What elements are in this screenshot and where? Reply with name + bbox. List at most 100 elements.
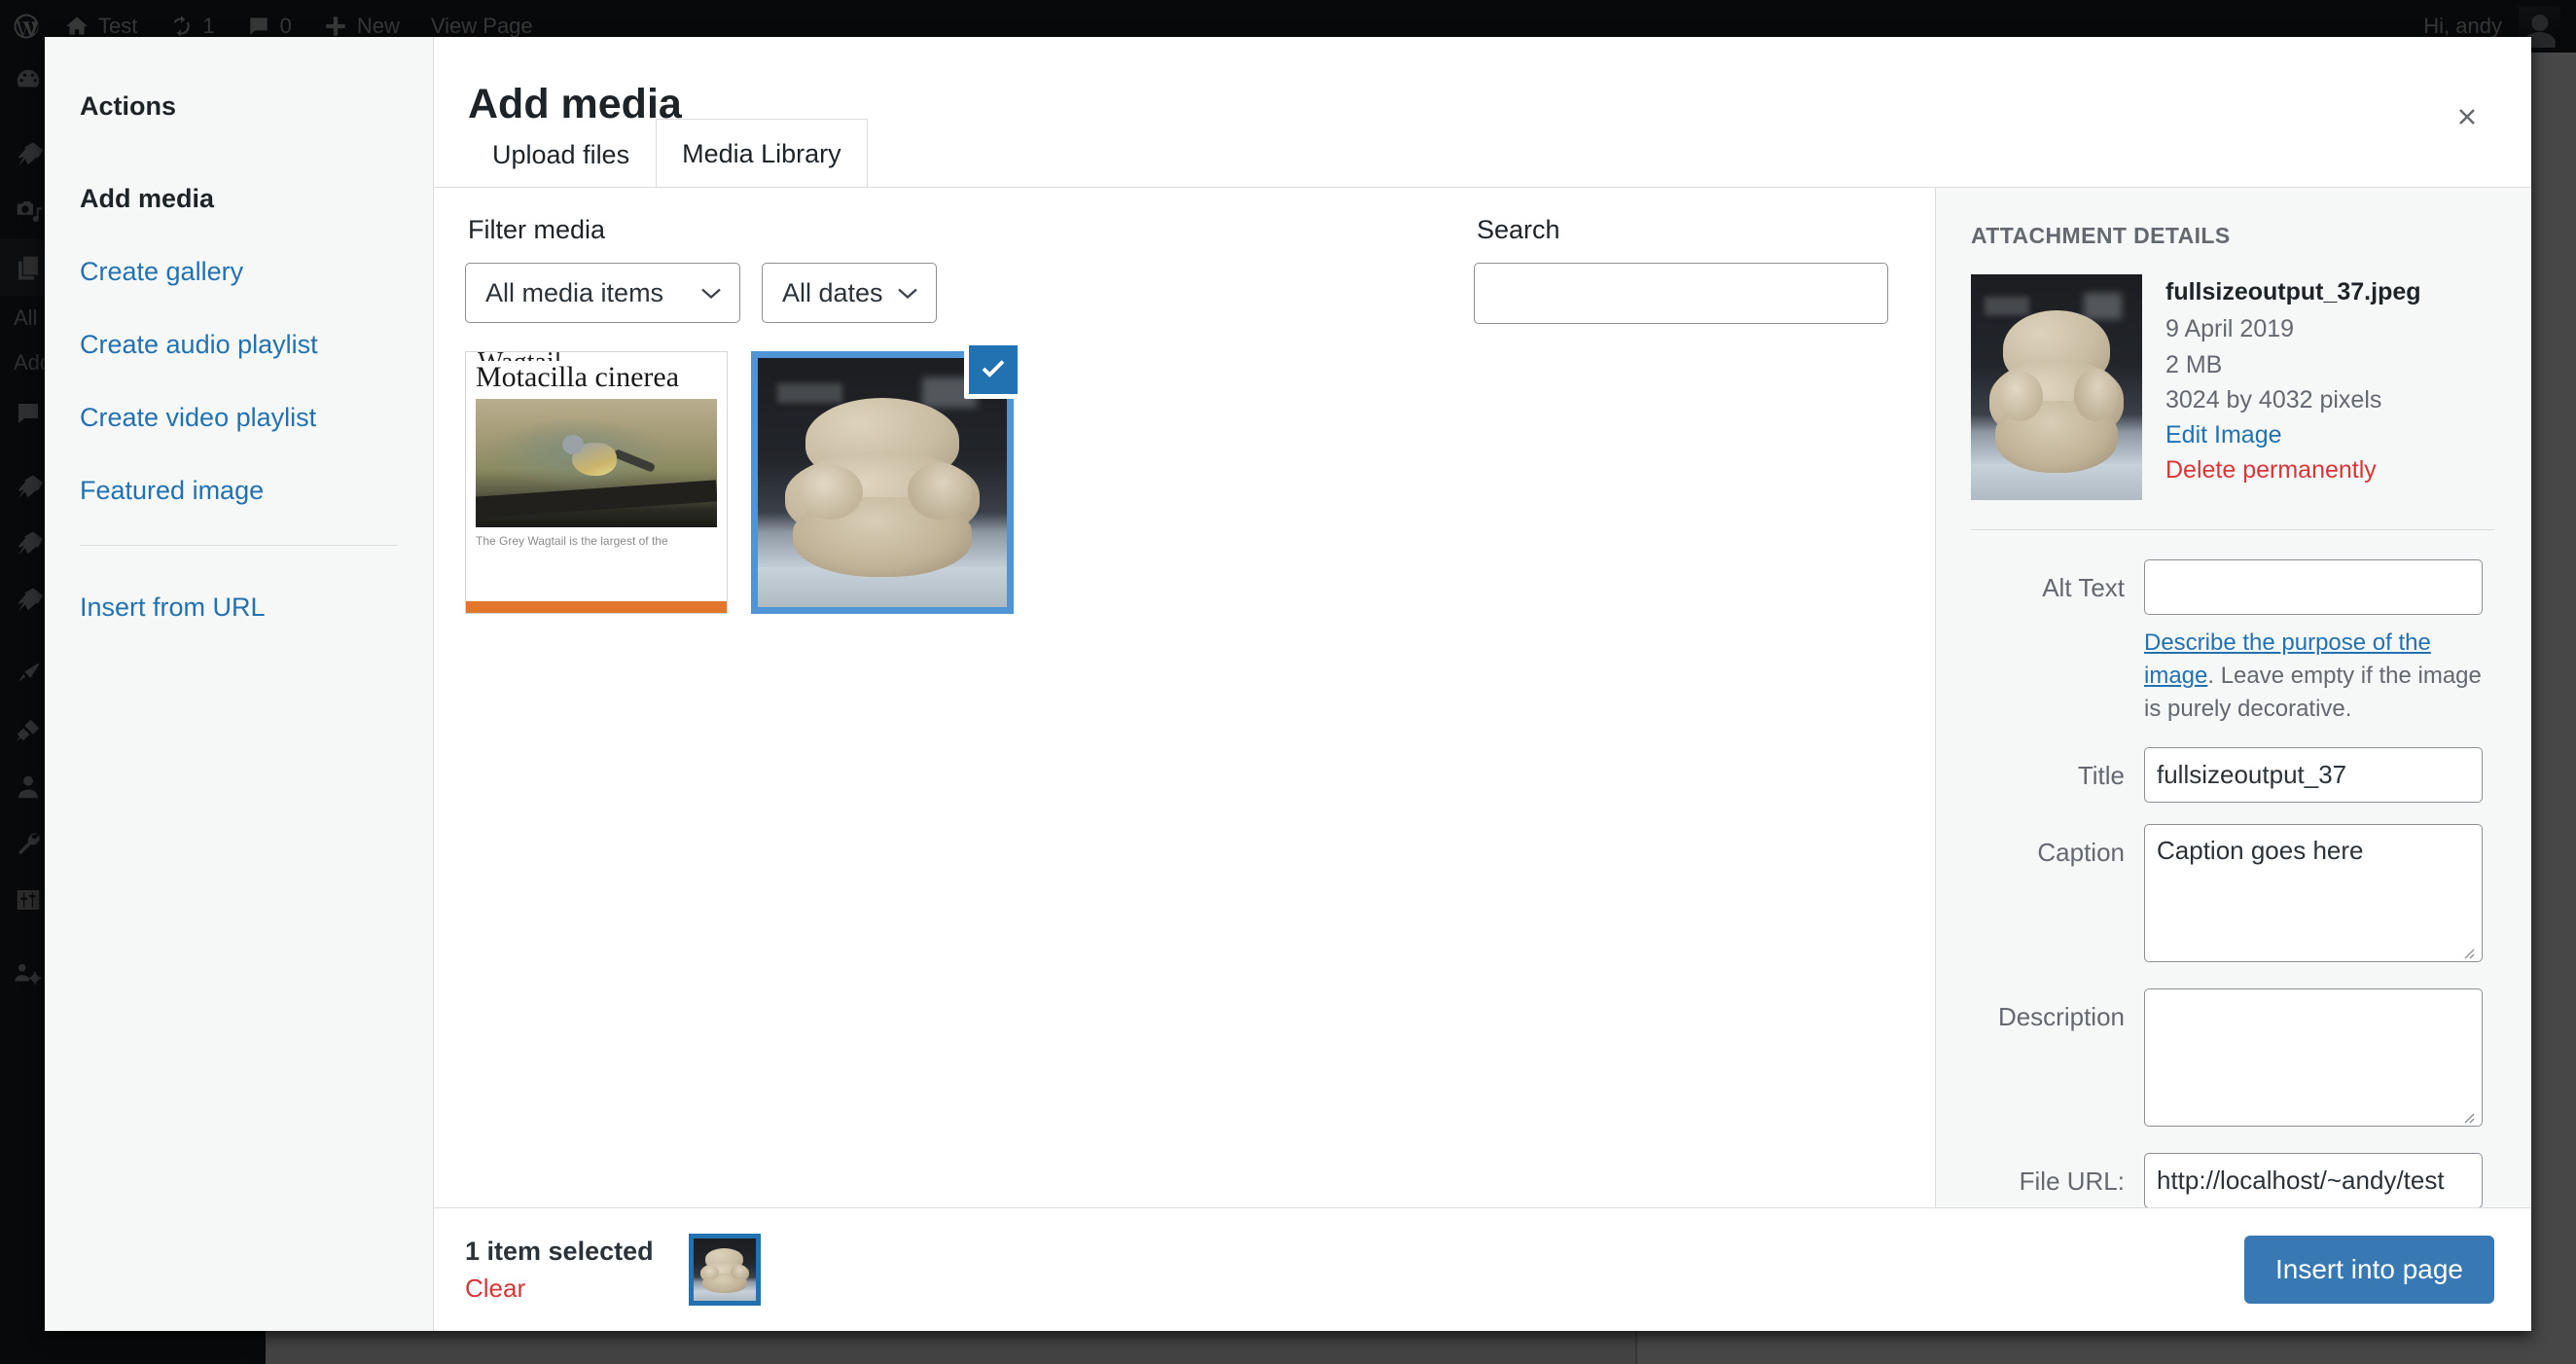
selection-count-label: 1 item selected [465,1236,654,1266]
modal-main: Add media Upload files Media Library Fil… [434,37,2531,1331]
file-url-label: File URL: [2019,1167,2125,1197]
search-label: Search [1477,215,1560,244]
search-input[interactable] [1474,263,1888,324]
menu-item-insert-from-url[interactable]: Insert from URL [80,579,398,636]
selection-summary: 1 item selected Clear [465,1234,761,1306]
attachment-thumbnail: Wagtail Motacilla cinerea The Grey Wagta… [465,351,728,614]
media-type-filter[interactable]: All media items [465,263,740,323]
caption-wrapper [2144,824,2483,967]
background-blur-shape [1985,297,2029,315]
filter-selects: All media items All dates [465,263,937,323]
bird-tail-shape [613,449,657,474]
date-filter-value: All dates [782,277,883,307]
attachment-filesize: 2 MB [2165,350,2223,378]
modal-header: Add media Upload files Media Library [434,37,2531,189]
search-group: Search [1474,215,1888,324]
alt-text-label: Alt Text [2042,573,2125,602]
attachment-item[interactable]: Wagtail Motacilla cinerea The Grey Wagta… [465,351,728,614]
attachment-metadata: fullsizeoutput_37.jpeg 9 April 2019 2 MB… [2165,274,2421,500]
filter-media-label: Filter media [468,215,606,244]
bird-photo [476,399,717,527]
background-blur-shape [777,382,843,404]
alt-text-row: Alt Text Describe the purpose of the ima… [1971,559,2494,726]
chevron-down-icon [897,287,918,300]
figurine-photo-preview [1971,274,2142,500]
figurine-left-arm-shape [702,1265,720,1279]
menu-item-create-gallery[interactable]: Create gallery [80,243,398,301]
clipped-heading: Wagtail [466,352,727,361]
details-divider [1971,529,2494,530]
thumbnail-caption: The Grey Wagtail is the largest of the [476,534,668,548]
attachment-date: 9 April 2019 [2165,315,2295,343]
file-url-control [2144,1153,2494,1207]
menu-item-featured-image[interactable]: Featured image [80,462,398,520]
actions-heading: Actions [80,91,177,121]
attachment-dimensions: 3024 by 4032 pixels [2165,385,2382,413]
modal-tabs: Upload files Media Library [466,118,868,189]
attachment-summary: fullsizeoutput_37.jpeg 9 April 2019 2 MB… [1971,274,2494,500]
add-media-modal: Actions Add media Create gallery Create … [45,37,2531,1331]
tab-upload-files[interactable]: Upload files [466,120,656,189]
modal-sidebar: Actions Add media Create gallery Create … [45,37,434,1331]
date-filter[interactable]: All dates [762,263,937,323]
alt-text-help: Describe the purpose of the image. Leave… [2144,627,2483,726]
figurine-right-arm-shape [907,462,973,520]
article-screenshot-thumbnail: Wagtail Motacilla cinerea The Grey Wagta… [466,352,727,613]
description-wrapper [2144,988,2483,1131]
checkmark-icon [977,353,1010,386]
selected-item-thumbnail[interactable] [688,1234,761,1306]
title-control [2144,747,2494,804]
title-field[interactable] [2144,747,2483,804]
clear-selection-link[interactable]: Clear [465,1274,654,1304]
menu-item-add-media[interactable]: Add media [80,170,398,228]
media-type-filter-value: All media items [485,277,664,307]
orange-accent-bar [466,601,727,613]
caption-row: Caption [1971,824,2494,967]
title-row: Title [1971,747,2494,804]
close-button[interactable] [2438,88,2496,146]
figurine-left-arm-shape [797,465,863,520]
title-label: Title [2077,761,2125,791]
insert-into-page-button[interactable]: Insert into page [2243,1236,2494,1304]
file-url-row: File URL: [1971,1153,2494,1207]
tab-media-library[interactable]: Media Library [656,119,868,189]
description-control [2144,988,2494,1131]
menu-divider [80,545,398,546]
delete-permanently-link[interactable]: Delete permanently [2165,452,2421,487]
attachment-item[interactable] [751,341,1022,614]
clipped-heading-text: Wagtail [478,352,727,361]
modal-footer: 1 item selected Clear Insert into page [434,1207,2531,1331]
figurine-right-arm-shape [2073,369,2119,421]
attachment-details-heading: ATTACHMENT DETAILS [1971,223,2231,248]
figurine-right-arm-shape [731,1264,747,1279]
menu-item-create-video-playlist[interactable]: Create video playlist [80,389,398,447]
file-url-field[interactable] [2144,1153,2483,1207]
figurine-photo-mini [693,1238,756,1301]
filters-group: Filter media All media items All dates [465,215,937,323]
modal-body: Filter media All media items All dates S… [434,188,2531,1207]
thumbnail-title: Motacilla cinerea [476,361,680,393]
alt-text-field[interactable] [2144,559,2483,615]
branch-shape [476,479,717,519]
close-x-icon [2452,102,2482,131]
edit-image-link[interactable]: Edit Image [2165,417,2421,452]
description-label: Description [1997,1002,2125,1032]
attachments-grid: Wagtail Motacilla cinerea The Grey Wagta… [434,324,1935,614]
attachment-filename: fullsizeoutput_37.jpeg [2165,278,2421,305]
caption-label: Caption [2037,838,2125,868]
attachment-preview-thumbnail [1971,274,2142,500]
description-field[interactable] [2144,988,2483,1128]
alt-text-control: Describe the purpose of the image. Leave… [2144,559,2494,726]
figurine-left-arm-shape [1998,371,2043,421]
attachment-details-panel: ATTACHMENT DETAILS fullsizeoutput_37.jpe… [1936,188,2531,1207]
caption-field[interactable] [2144,824,2483,963]
selection-info: 1 item selected Clear [465,1237,654,1304]
selection-checkbox[interactable] [964,341,1022,399]
chevron-down-icon [700,287,722,300]
media-toolbar: Filter media All media items All dates S… [434,188,1935,324]
menu-item-create-audio-playlist[interactable]: Create audio playlist [80,316,398,374]
caption-control [2144,824,2494,967]
attachments-browser: Filter media All media items All dates S… [434,188,1936,1207]
description-row: Description [1971,988,2494,1131]
background-blur-shape [2084,292,2122,320]
